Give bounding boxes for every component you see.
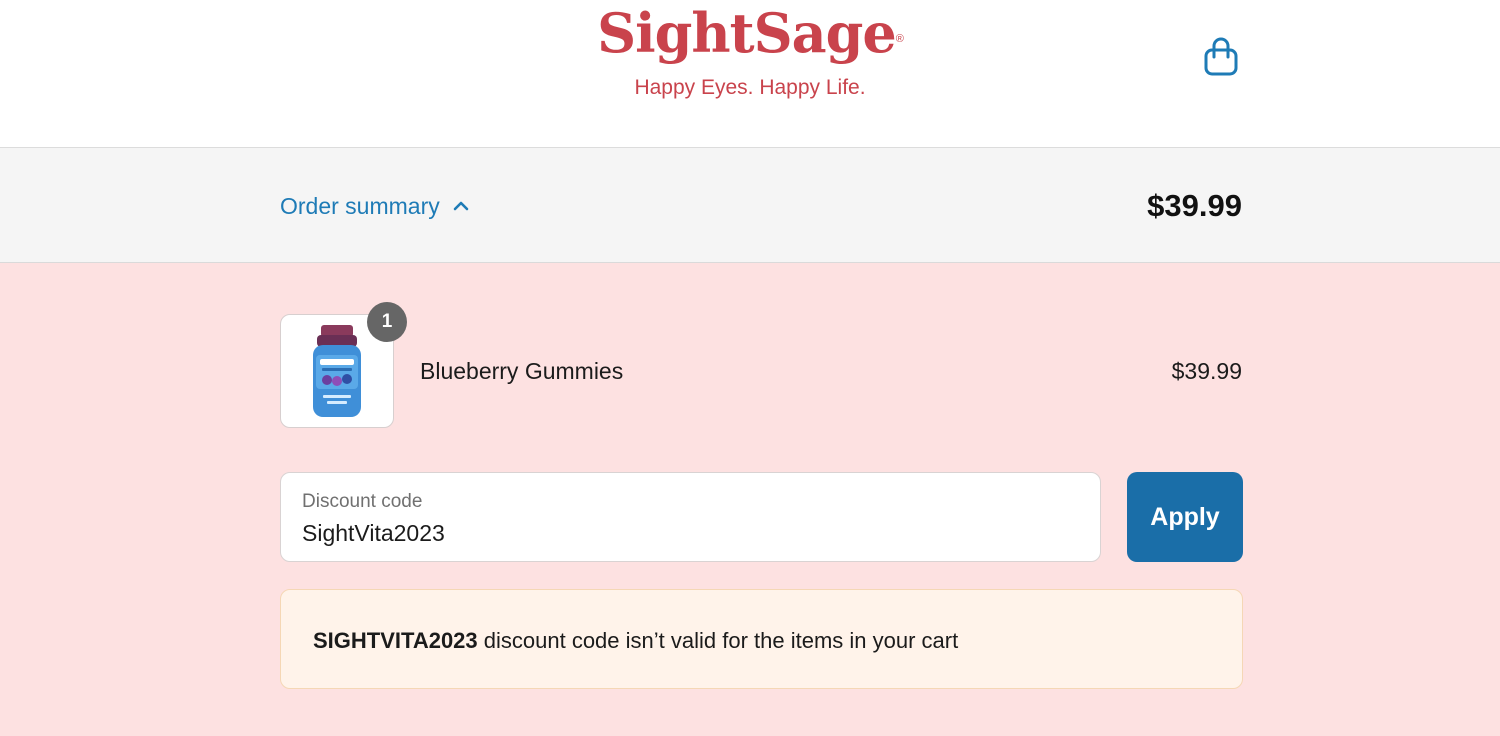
- logo-title-text: SightSage: [597, 1, 897, 65]
- discount-code-input[interactable]: [302, 517, 1062, 549]
- order-summary-bar: Order summary $39.99: [0, 148, 1500, 263]
- sightsage-logo[interactable]: SightSage® Happy Eyes. Happy Life.: [560, 0, 940, 110]
- notice-code: SIGHTVITA2023: [313, 628, 478, 653]
- quantity-badge: 1: [367, 302, 407, 342]
- order-summary-toggle[interactable]: Order summary: [280, 190, 470, 222]
- logo-title: SightSage®: [560, 2, 940, 64]
- discount-code-label: Discount code: [302, 491, 423, 512]
- gummies-bottle-icon: [313, 325, 361, 417]
- registered-mark: ®: [895, 33, 904, 45]
- shopping-bag-icon: [1204, 37, 1238, 76]
- notice-message: discount code isn’t valid for the items …: [477, 628, 959, 653]
- chevron-up-icon: [453, 201, 469, 211]
- notice-text: SIGHTVITA2023 discount code isn’t valid …: [313, 626, 958, 656]
- product-price: $39.99: [1171, 358, 1242, 384]
- product-name: Blueberry Gummies: [420, 358, 624, 384]
- discount-code-field[interactable]: Discount code: [280, 472, 1101, 562]
- apply-button[interactable]: Apply: [1127, 472, 1243, 562]
- cart-button[interactable]: [1198, 34, 1244, 80]
- logo-tagline: Happy Eyes. Happy Life.: [634, 76, 866, 99]
- discount-error-notice: SIGHTVITA2023 discount code isn’t valid …: [280, 589, 1243, 689]
- order-total: $39.99: [1147, 188, 1242, 223]
- site-header: SightSage® Happy Eyes. Happy Life.: [0, 0, 1500, 148]
- order-summary-label: Order summary: [280, 192, 440, 219]
